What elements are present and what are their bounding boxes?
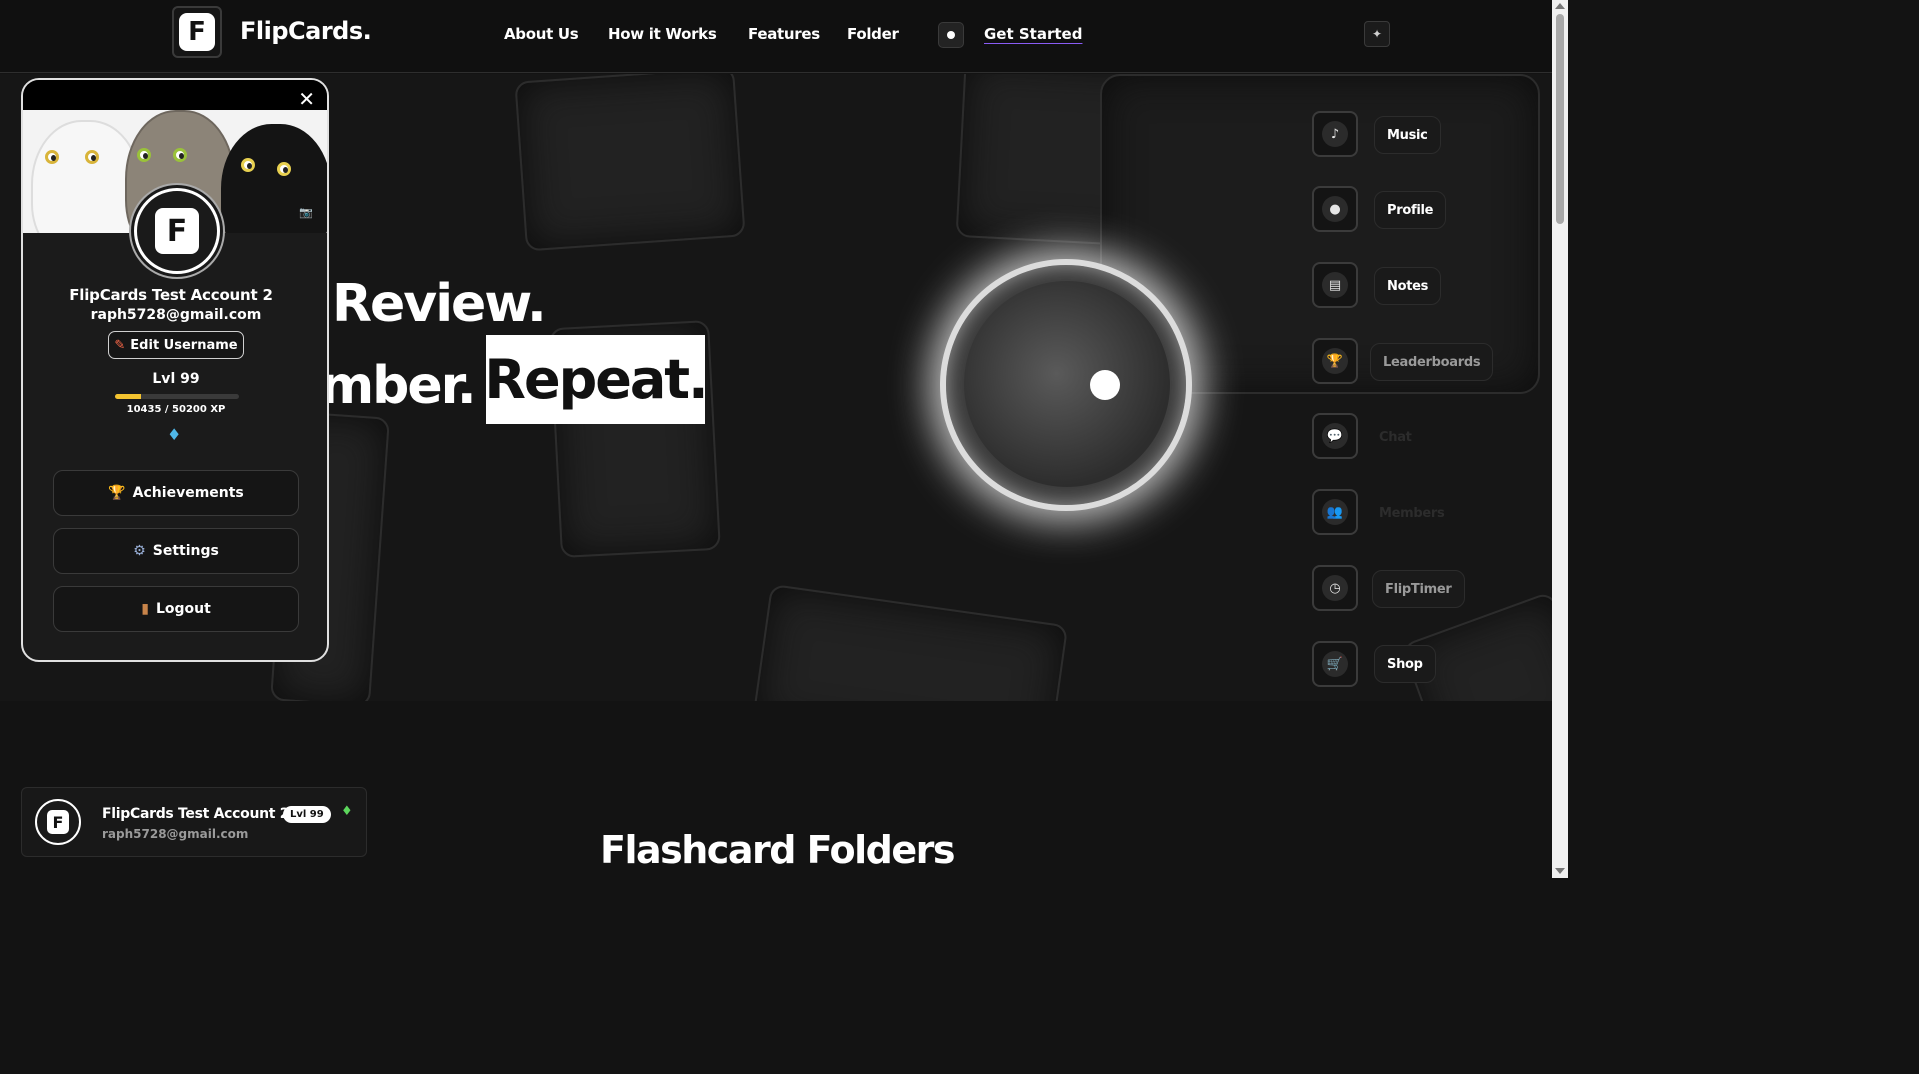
fliptimer-label[interactable]: FlipTimer [1372, 570, 1465, 608]
nav-features[interactable]: Features [748, 25, 820, 43]
timer-icon: ◷ [1322, 575, 1348, 601]
cat-eye [277, 162, 291, 176]
avatar: F [35, 799, 81, 845]
cat-eye [241, 158, 255, 172]
sparkle-button[interactable]: ✦ [1364, 21, 1390, 47]
music-label[interactable]: Music [1374, 116, 1441, 154]
cat-eye [45, 150, 59, 164]
nav-about-us[interactable]: About Us [504, 25, 579, 43]
music-note-icon: ♪ [1322, 121, 1348, 147]
edit-username-label: Edit Username [130, 337, 238, 353]
level-badge: Lvl 99 [283, 806, 331, 823]
scrollbar[interactable] [1552, 0, 1568, 878]
notes-button[interactable]: ▤ [1312, 262, 1358, 308]
profile-popup: ✕ 📷 F FlipCards Test Account 2 raph5728@… [21, 78, 329, 662]
profile-button[interactable]: ● [1312, 186, 1358, 232]
sparkle-icon: ✦ [1371, 27, 1383, 41]
top-nav-bar: F FlipCards. About Us How it Works Featu… [0, 0, 1552, 73]
notes-icon: ▤ [1322, 272, 1348, 298]
flipcards-logo-icon: F [179, 13, 215, 51]
members-button[interactable]: 👥 [1312, 489, 1358, 535]
xp-text: 10435 / 50200 XP [126, 404, 226, 415]
logout-label: Logout [155, 601, 211, 617]
members-label[interactable]: Members [1366, 494, 1457, 532]
xp-progress-fill [115, 394, 141, 399]
camera-icon[interactable]: 📷 [299, 206, 313, 219]
chat-label[interactable]: Chat [1366, 418, 1425, 456]
leaderboards-label[interactable]: Leaderboards [1370, 343, 1494, 381]
theme-toggle-button[interactable] [938, 22, 964, 48]
achievements-label: Achievements [132, 485, 244, 501]
members-icon: 👥 [1322, 499, 1348, 525]
scroll-up-icon[interactable] [1555, 3, 1565, 9]
leaderboards-button[interactable]: 🏆 [1312, 338, 1358, 384]
section-title: Flashcard Folders [600, 828, 956, 872]
hero-headline-line2: mber. [320, 356, 477, 416]
user-card-name: FlipCards Test Account 2 [102, 806, 290, 822]
level-text: Lvl 99 [152, 371, 200, 387]
profile-avatar[interactable]: F [134, 188, 220, 274]
shop-label[interactable]: Shop [1374, 645, 1436, 683]
gem-icon: ♦ [167, 425, 182, 444]
hero-headline-line1: Review. [332, 274, 547, 334]
orb-pupil [1090, 370, 1120, 400]
popup-header-bar [23, 80, 327, 110]
scrollbar-thumb[interactable] [1556, 14, 1564, 224]
user-card[interactable]: F FlipCards Test Account 2 Lvl 99 ♦ raph… [21, 787, 367, 857]
orb-core [964, 281, 1170, 487]
shop-button[interactable]: 🛒 [1312, 641, 1358, 687]
logo-button[interactable]: F [172, 6, 222, 58]
cart-icon: 🛒 [1322, 651, 1348, 677]
background-card-shape [514, 74, 746, 252]
profile-name: FlipCards Test Account 2 [69, 286, 273, 304]
trophy-icon: 🏆 [108, 485, 126, 501]
gear-icon: ⚙ [133, 543, 146, 559]
get-started-link[interactable]: Get Started [984, 25, 1082, 43]
chat-icon: 💬 [1322, 423, 1348, 449]
profile-label[interactable]: Profile [1374, 191, 1447, 229]
settings-label: Settings [152, 543, 219, 559]
chat-button[interactable]: 💬 [1312, 413, 1358, 459]
achievements-button[interactable]: 🏆 Achievements [53, 470, 299, 516]
background-card-shape [751, 583, 1069, 701]
pencil-icon: ✎ [114, 337, 126, 353]
cat-eye [137, 148, 151, 162]
notes-label[interactable]: Notes [1374, 267, 1442, 305]
close-icon[interactable]: ✕ [298, 89, 315, 109]
music-button[interactable]: ♪ [1312, 111, 1358, 157]
settings-button[interactable]: ⚙ Settings [53, 528, 299, 574]
brand-name[interactable]: FlipCards. [240, 17, 372, 45]
scroll-down-icon[interactable] [1555, 868, 1565, 874]
flipcards-logo-icon: F [155, 208, 199, 254]
logout-button[interactable]: ▮ Logout [53, 586, 299, 632]
trophy-icon: 🏆 [1322, 348, 1348, 374]
gem-icon: ♦ [341, 804, 353, 819]
fliptimer-button[interactable]: ◷ [1312, 565, 1358, 611]
hero-highlight-word: Repeat. [484, 335, 709, 424]
flipcards-logo-icon: F [47, 810, 69, 834]
cat-eye [85, 150, 99, 164]
user-icon: ● [1322, 196, 1348, 222]
user-card-email: raph5728@gmail.com [102, 827, 249, 841]
cat-eye [173, 148, 187, 162]
xp-progress-bar [115, 394, 239, 399]
door-icon: ▮ [141, 601, 149, 617]
dot-icon [947, 31, 955, 39]
edit-username-button[interactable]: ✎ Edit Username [108, 331, 244, 359]
profile-email: raph5728@gmail.com [90, 307, 262, 323]
nav-folder[interactable]: Folder [847, 25, 899, 43]
nav-how-it-works[interactable]: How it Works [608, 25, 717, 43]
